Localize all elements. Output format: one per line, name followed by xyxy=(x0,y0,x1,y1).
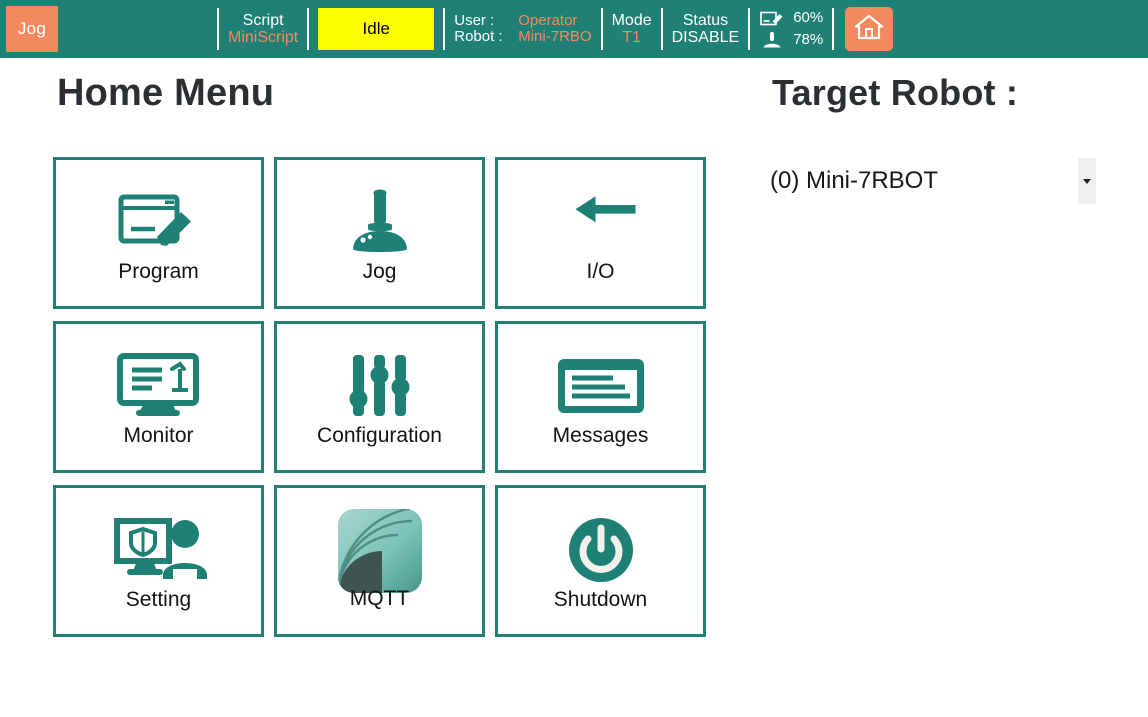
home-button[interactable] xyxy=(845,7,894,51)
home-icon xyxy=(854,13,884,46)
mode-badge-jog[interactable]: Jog xyxy=(6,6,58,52)
robot-value: Mini-7RBO xyxy=(518,28,592,45)
mode-badge-label: Jog xyxy=(17,19,47,38)
header-divider-7 xyxy=(832,8,835,50)
menu-tile-label: Messages xyxy=(552,423,649,447)
caret-shape xyxy=(1083,178,1091,184)
header-divider-1 xyxy=(217,8,219,50)
menu-tile-program[interactable]: Program xyxy=(53,157,264,309)
sliders-icon xyxy=(345,349,415,423)
program-pencil-icon xyxy=(117,185,201,259)
script-value: MiniScript xyxy=(228,29,299,46)
menu-tile-label: Jog xyxy=(362,259,397,283)
power-icon xyxy=(566,513,636,587)
joystick-icon xyxy=(338,185,422,259)
user-label: User : xyxy=(454,11,495,29)
status-info: Status DISABLE xyxy=(672,12,740,47)
home-menu-grid: Program Jog I/O Monitor Configuration Me… xyxy=(53,157,713,637)
robot-state-label: Idle xyxy=(362,19,390,38)
menu-tile-label: Setting xyxy=(125,587,192,611)
robot-label: Robot : xyxy=(454,28,503,45)
mqtt-logo-icon xyxy=(336,508,424,593)
mode-value: T1 xyxy=(622,29,641,46)
status-value: DISABLE xyxy=(671,29,740,46)
script-info: Script MiniScript xyxy=(228,12,298,47)
jog-speed-value: 78% xyxy=(793,31,824,48)
header-divider-2 xyxy=(307,8,310,50)
joystick-icon xyxy=(759,30,785,50)
program-pencil-icon xyxy=(759,8,785,28)
menu-tile-label: I/O xyxy=(586,259,615,283)
io-arrows-icon xyxy=(558,185,644,259)
menu-tile-label: Program xyxy=(118,259,199,283)
menu-tile-monitor[interactable]: Monitor xyxy=(53,321,264,473)
user-robot-info: User : Operator Robot : Mini-7RBO xyxy=(454,11,592,46)
shield-user-icon xyxy=(111,513,207,587)
target-robot-title: Target Robot : xyxy=(772,72,1019,113)
status-header-bar: Jog Script MiniScript Idle User : Operat… xyxy=(0,0,1148,58)
menu-tile-label: Monitor xyxy=(123,423,194,447)
mode-info: Mode T1 xyxy=(612,12,652,47)
menu-tile-jog[interactable]: Jog xyxy=(274,157,485,309)
speed-percentages: 60% 78% xyxy=(759,7,823,51)
target-robot-selected-value: (0) Mini-7RBOT xyxy=(770,167,939,194)
menu-tile-mqtt[interactable]: MQTT xyxy=(274,485,485,637)
monitor-robot-icon xyxy=(114,349,204,423)
program-speed-value: 60% xyxy=(793,9,824,26)
menu-tile-messages[interactable]: Messages xyxy=(495,321,706,473)
menu-tile-setting[interactable]: Setting xyxy=(53,485,264,637)
message-box-icon xyxy=(555,349,647,423)
menu-tile-shutdown[interactable]: Shutdown xyxy=(495,485,706,637)
menu-tile-configuration[interactable]: Configuration xyxy=(274,321,485,473)
jog-speed-row: 78% xyxy=(759,29,823,51)
page-title: Home Menu xyxy=(57,72,275,114)
menu-tile-label: MQTT xyxy=(349,586,410,610)
header-divider-5 xyxy=(660,8,663,50)
header-divider-6 xyxy=(748,8,751,50)
header-divider-4 xyxy=(600,8,603,50)
user-value: Operator xyxy=(518,11,578,29)
user-row: User : Operator xyxy=(454,11,591,30)
target-robot-select[interactable]: (0) Mini-7RBOT xyxy=(770,158,1096,204)
chevron-down-icon[interactable] xyxy=(1078,158,1096,204)
header-divider-3 xyxy=(443,8,446,50)
script-label: Script xyxy=(242,11,284,29)
menu-tile-label: Shutdown xyxy=(553,587,648,611)
menu-tile-label: Configuration xyxy=(317,423,442,447)
robot-state-box[interactable]: Idle xyxy=(318,8,435,50)
menu-tile-io[interactable]: I/O xyxy=(495,157,706,309)
robot-row: Robot : Mini-7RBO xyxy=(454,28,592,46)
mode-label: Mode xyxy=(611,11,652,29)
program-speed-row: 60% xyxy=(759,7,823,29)
status-label: Status xyxy=(682,11,729,29)
